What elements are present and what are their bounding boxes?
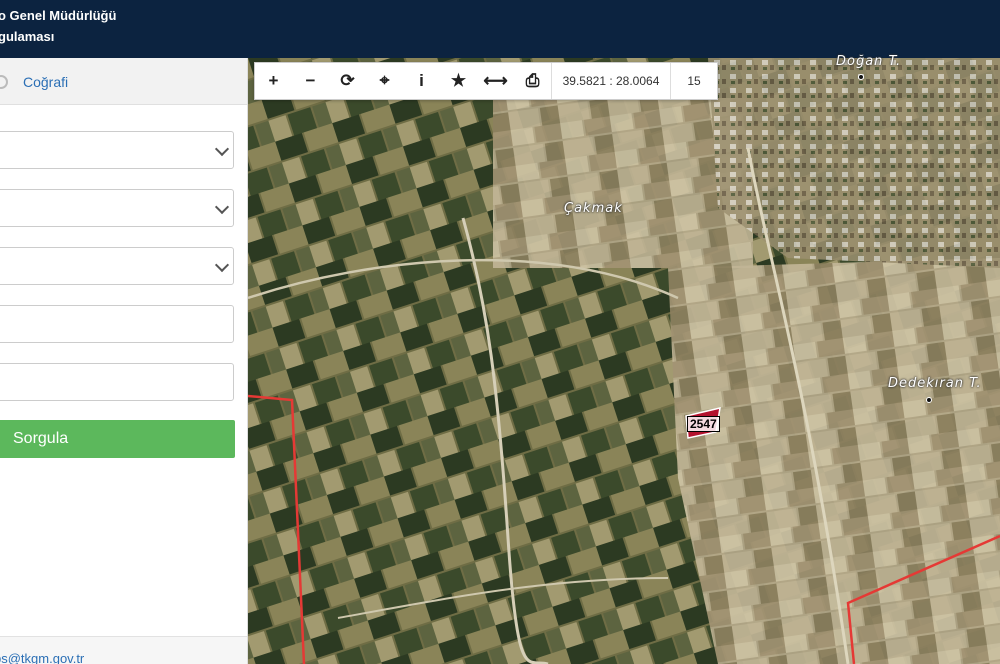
app-header: o Genel Müdürlüğü gulaması (0, 0, 1000, 58)
favorite-icon[interactable]: ★ (440, 63, 477, 99)
query-button-label: Sorgula (13, 430, 69, 447)
province-select[interactable] (0, 131, 234, 169)
measure-icon[interactable]: ⟷ (477, 63, 514, 99)
parcel-field[interactable] (0, 364, 237, 402)
map-toolbar: + − ⟳ ⌖ i ★ ⟷ ⎙ 39.5821 : 28.0064 15 (254, 62, 718, 100)
map-imagery (248, 58, 1000, 664)
district-select[interactable] (0, 189, 234, 227)
refresh-icon[interactable]: ⟳ (329, 63, 366, 99)
tab-radio-icon[interactable] (0, 75, 8, 89)
print-icon[interactable]: ⎙ (514, 63, 551, 99)
zoom-out-icon[interactable]: − (292, 63, 329, 99)
parcel-input[interactable] (0, 363, 237, 402)
sidebar-footer: bs@tkgm.gov.tr (0, 636, 247, 664)
locate-icon[interactable]: ⌖ (366, 63, 403, 99)
app-title-line1: o Genel Müdürlüğü (0, 8, 117, 23)
tab-geographic[interactable]: Coğrafi (23, 74, 68, 90)
neighborhood-select[interactable] (0, 247, 234, 285)
chevron-down-icon (214, 257, 230, 273)
app-title-line2: gulaması (0, 29, 55, 44)
tab-bar: Coğrafi (0, 58, 247, 105)
zoom-in-icon[interactable]: + (255, 63, 292, 99)
contact-email-link[interactable]: bs@tkgm.gov.tr (0, 651, 84, 664)
zoom-level: 15 (670, 63, 717, 99)
chevron-down-icon (214, 199, 230, 215)
coordinate-readout: 39.5821 : 28.0064 (551, 63, 670, 99)
parcel-number-label: 2547 (687, 416, 720, 432)
map-place-label: Doğan T. (836, 54, 902, 69)
satellite-map[interactable] (248, 58, 1000, 664)
sidebar: Coğrafi Sorgula bs@tkgm.gov.tr (0, 58, 248, 664)
chevron-down-icon (214, 141, 230, 157)
block-input[interactable] (0, 305, 237, 344)
query-button[interactable]: Sorgula (0, 420, 235, 458)
map-place-label: Çakmak (564, 201, 623, 216)
map-place-label: Dedekıran T. (888, 376, 982, 391)
block-field[interactable] (0, 306, 237, 344)
info-icon[interactable]: i (403, 63, 440, 99)
